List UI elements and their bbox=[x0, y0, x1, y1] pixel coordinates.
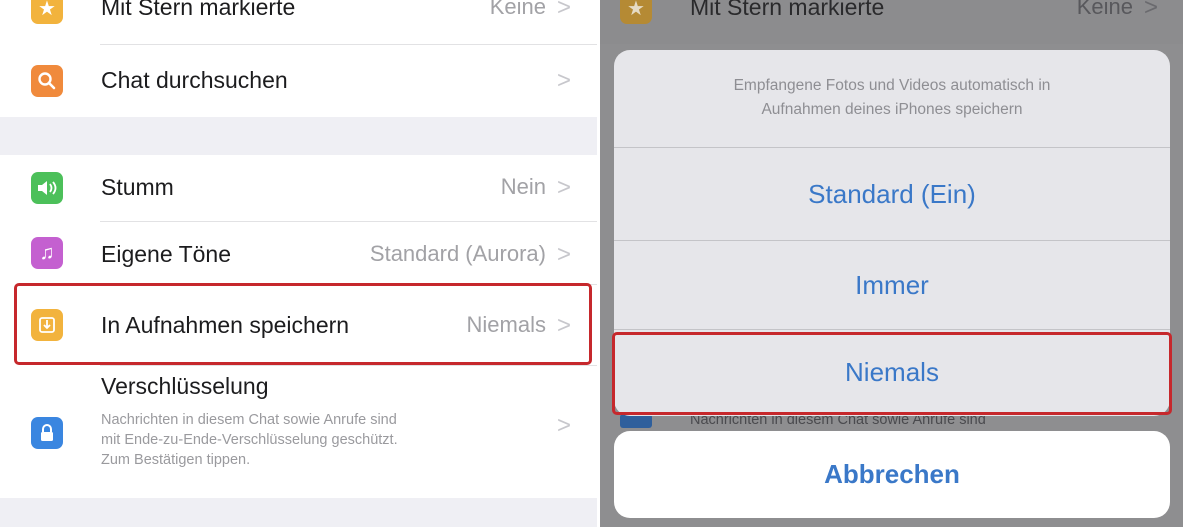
chevron-right-icon: > bbox=[556, 412, 571, 439]
encryption-description-line: mit Ende-zu-Ende-Verschlüsselung geschüt… bbox=[101, 432, 398, 448]
magnifier-icon bbox=[31, 65, 63, 97]
option-always-button[interactable]: Immer bbox=[614, 241, 1170, 329]
chevron-right-icon: > bbox=[556, 174, 571, 201]
action-sheet-screen: ★ Mit Stern markierte Keine > Nachrichte… bbox=[598, 0, 1183, 527]
encryption-label: Verschlüsselung bbox=[101, 373, 269, 399]
star-icon: ★ bbox=[620, 0, 652, 24]
dimmed-starred-value: Keine bbox=[1076, 0, 1133, 19]
action-sheet-cancel-group: Abbrechen bbox=[614, 431, 1170, 518]
chevron-right-icon: > bbox=[1143, 0, 1158, 21]
highlight-box bbox=[14, 283, 592, 365]
music-note-icon: ♫ bbox=[31, 237, 63, 269]
action-sheet-message-line: Aufnahmen deines iPhones speichern bbox=[761, 101, 1023, 118]
encryption-description-line: Nachrichten in diesem Chat sowie Anrufe … bbox=[101, 412, 397, 428]
encryption-description: Nachrichten in diesem Chat sowie Anrufe … bbox=[101, 410, 398, 470]
custom-tones-value: Standard (Aurora) bbox=[369, 241, 546, 266]
cancel-button[interactable]: Abbrechen bbox=[614, 431, 1170, 518]
highlight-box bbox=[612, 332, 1172, 415]
search-chat-label: Chat durchsuchen bbox=[101, 67, 288, 93]
action-sheet-message-line: Empfangene Fotos und Videos automatisch … bbox=[733, 77, 1051, 94]
starred-value: Keine bbox=[489, 0, 546, 19]
mute-value: Nein bbox=[500, 174, 546, 199]
screenshot-divider bbox=[597, 0, 600, 527]
chat-settings-panel: ★ Mit Stern markierte Keine > Chat durch… bbox=[0, 0, 598, 527]
chevron-right-icon: > bbox=[556, 67, 571, 94]
mute-row[interactable]: Stumm Nein > bbox=[0, 155, 598, 221]
starred-messages-row[interactable]: ★ Mit Stern markierte Keine > bbox=[0, 0, 598, 44]
chevron-right-icon: > bbox=[556, 241, 571, 268]
dimmed-lock-icon bbox=[620, 414, 652, 428]
dimmed-starred-row: ★ Mit Stern markierte Keine > bbox=[598, 0, 1183, 44]
custom-tones-label: Eigene Töne bbox=[101, 241, 232, 267]
encryption-row[interactable]: Verschlüsselung Nachrichten in diesem Ch… bbox=[0, 366, 598, 498]
starred-label: Mit Stern markierte bbox=[101, 0, 296, 20]
star-icon: ★ bbox=[31, 0, 63, 24]
section-gap bbox=[0, 498, 598, 527]
speaker-icon bbox=[31, 172, 63, 204]
action-sheet-message: Empfangene Fotos und Videos automatisch … bbox=[614, 74, 1170, 122]
dimmed-starred-label: Mit Stern markierte bbox=[690, 0, 885, 20]
custom-tones-row[interactable]: ♫ Eigene Töne Standard (Aurora) > bbox=[0, 222, 598, 284]
search-chat-row[interactable]: Chat durchsuchen > bbox=[0, 45, 598, 117]
mute-label: Stumm bbox=[101, 174, 174, 200]
lock-icon bbox=[31, 417, 63, 449]
encryption-description-line: Zum Bestätigen tippen. bbox=[101, 452, 251, 468]
option-standard-button[interactable]: Standard (Ein) bbox=[614, 148, 1170, 240]
chevron-right-icon: > bbox=[556, 0, 571, 21]
section-gap bbox=[0, 117, 598, 155]
